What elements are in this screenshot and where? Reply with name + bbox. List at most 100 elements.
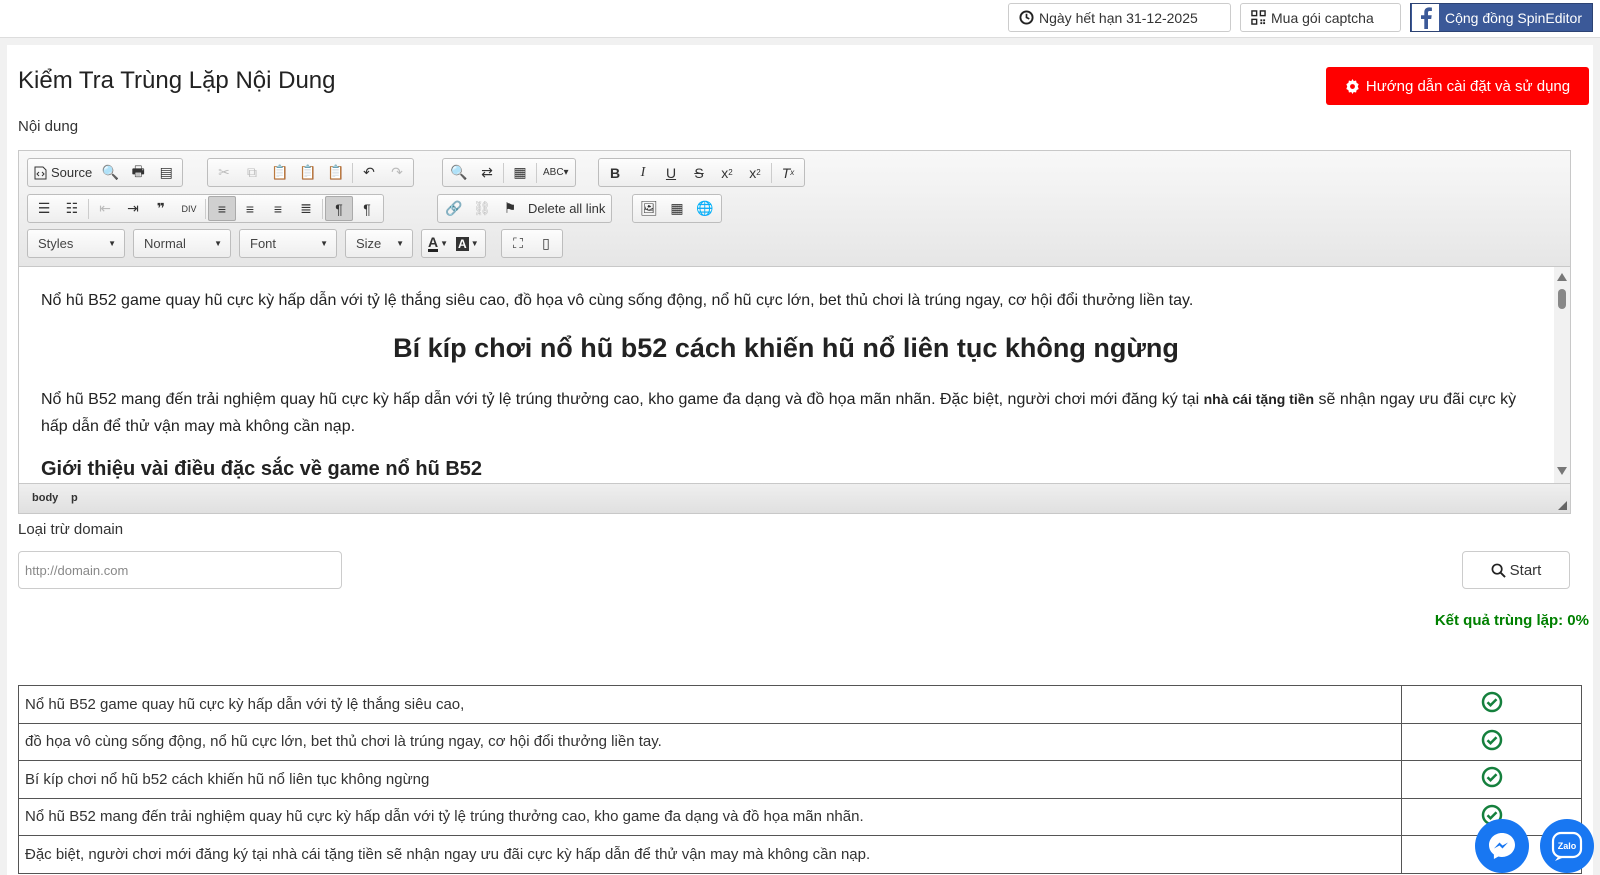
format-dropdown[interactable]: Normal ▼: [133, 229, 231, 258]
top-bar: Ngày hết hạn 31-12-2025 Mua gói captcha …: [0, 0, 1600, 38]
anchor-flag-icon[interactable]: ⚑: [496, 196, 524, 221]
italic-icon[interactable]: I: [629, 160, 657, 185]
unlink-icon[interactable]: ⛓: [468, 196, 496, 221]
numbered-list-icon[interactable]: ☰: [30, 196, 58, 221]
iframe-globe-icon[interactable]: 🌐: [691, 196, 719, 221]
chevron-down-icon: ▼: [320, 239, 328, 248]
table-icon[interactable]: ▦: [663, 196, 691, 221]
text-direction-ltr-icon[interactable]: ¶: [325, 196, 353, 221]
preview-icon[interactable]: 🔍: [96, 160, 124, 185]
styles-label: Styles: [38, 236, 74, 251]
show-blocks-icon[interactable]: ▯: [532, 231, 560, 256]
background-color-icon[interactable]: A ▼: [452, 231, 483, 256]
separator: [771, 162, 772, 183]
editor-content[interactable]: Nổ hũ B52 game quay hũ cực kỳ hấp dẫn vớ…: [19, 267, 1554, 483]
clock-icon: [1019, 10, 1034, 25]
toolbar-group-links: 🔗 ⛓ ⚑ Delete all link: [437, 194, 613, 223]
subscript-icon[interactable]: x2: [713, 160, 741, 185]
exclude-domain-label: Loại trừ domain: [18, 521, 124, 538]
table-row: Nổ hũ B52 mang đến trải nghiệm quay hũ c…: [18, 797, 1582, 836]
align-center-icon[interactable]: ≡: [236, 196, 264, 221]
chevron-down-icon: ▼: [396, 239, 404, 248]
find-icon[interactable]: 🔍: [445, 160, 473, 185]
styles-dropdown[interactable]: Styles ▼: [27, 229, 125, 258]
scroll-down-arrow-icon[interactable]: [1557, 467, 1567, 475]
zalo-button[interactable]: Zalo: [1540, 819, 1594, 873]
editor-scrollbar[interactable]: [1554, 267, 1570, 483]
spellcheck-icon[interactable]: ABC▾: [539, 160, 573, 185]
main-panel: Kiểm Tra Trùng Lặp Nội Dung Hướng dẫn cà…: [7, 45, 1593, 875]
outdent-icon[interactable]: ⇤: [91, 196, 119, 221]
indent-icon[interactable]: ⇥: [119, 196, 147, 221]
table-row: đồ họa vô cùng sống động, nổ hũ cực lớn,…: [18, 722, 1582, 761]
editor-paragraph: Nổ hũ B52 game quay hũ cực kỳ hấp dẫn vớ…: [41, 292, 1194, 309]
rich-text-editor: Source 🔍 🖶 ▤ ✂ ⧉ 📋 📋 📋 ↶ ↷ 🔍 ⇄ ▦ ABC▾ B …: [18, 150, 1571, 514]
start-button[interactable]: Start: [1462, 551, 1570, 589]
align-right-icon[interactable]: ≡: [264, 196, 292, 221]
text-direction-rtl-icon[interactable]: ¶: [353, 196, 381, 221]
print-icon[interactable]: 🖶: [124, 160, 152, 185]
source-button[interactable]: Source: [30, 160, 96, 185]
status-cell: [1401, 685, 1582, 724]
toolbar-group-colors: A ▼ A ▼: [421, 229, 486, 258]
messenger-button[interactable]: [1475, 819, 1529, 873]
scroll-thumb[interactable]: [1558, 289, 1566, 309]
guide-button[interactable]: Hướng dẫn cài đặt và sử dụng: [1326, 67, 1589, 105]
duplicate-result: Kết quả trùng lặp: 0%: [1434, 612, 1589, 629]
guide-label: Hướng dẫn cài đặt và sử dụng: [1365, 77, 1571, 95]
results-table: Nổ hũ B52 game quay hũ cực kỳ hấp dẫn vớ…: [18, 685, 1582, 874]
cut-icon[interactable]: ✂: [210, 160, 238, 185]
bulleted-list-icon[interactable]: ☷: [58, 196, 86, 221]
templates-icon[interactable]: ▤: [152, 160, 180, 185]
maximize-icon[interactable]: ⛶: [504, 231, 532, 256]
sentence-cell: Bí kíp chơi nổ hũ b52 cách khiến hũ nổ l…: [18, 760, 1402, 799]
bold-icon[interactable]: B: [601, 160, 629, 185]
expiry-label: Ngày hết hạn 31-12-2025: [1039, 9, 1198, 26]
path-body[interactable]: body: [32, 492, 58, 504]
path-p[interactable]: p: [71, 492, 78, 504]
superscript-icon[interactable]: x2: [741, 160, 769, 185]
content-label: Nội dung: [18, 118, 79, 135]
select-all-icon[interactable]: ▦: [506, 160, 534, 185]
paste-text-icon[interactable]: 📋: [294, 160, 322, 185]
link-icon[interactable]: 🔗: [440, 196, 468, 221]
check-circle-icon: [1481, 691, 1503, 713]
table-row: Bí kíp chơi nổ hũ b52 cách khiến hũ nổ l…: [18, 760, 1582, 799]
resize-handle-icon[interactable]: [1558, 501, 1567, 510]
check-circle-icon: [1481, 729, 1503, 751]
blockquote-icon[interactable]: ❞: [147, 196, 175, 221]
domain-input[interactable]: [18, 551, 342, 589]
remove-format-icon[interactable]: Tx: [774, 160, 802, 185]
toolbar-group-paragraph: ☰ ☷ ⇤ ⇥ ❞ DIV ≡ ≡ ≡ ≣ ¶ ¶: [27, 194, 384, 223]
editor-text: Nổ hũ B52 mang đến trải nghiệm quay hũ c…: [41, 391, 1200, 408]
community-label: Cộng đồng SpinEditor: [1445, 9, 1582, 26]
replace-icon[interactable]: ⇄: [473, 160, 501, 185]
paste-icon[interactable]: 📋: [266, 160, 294, 185]
image-icon[interactable]: 🖼: [635, 196, 663, 221]
buy-captcha-button[interactable]: Mua gói captcha: [1240, 3, 1401, 32]
strikethrough-icon[interactable]: S: [685, 160, 713, 185]
svg-text:Zalo: Zalo: [1558, 841, 1577, 851]
align-left-icon[interactable]: ≡: [208, 196, 236, 221]
text-color-icon[interactable]: A ▼: [424, 231, 452, 256]
paste-word-icon[interactable]: 📋: [322, 160, 350, 185]
copy-icon[interactable]: ⧉: [238, 160, 266, 185]
search-icon: [1491, 563, 1506, 578]
toolbar-group-insert: 🖼 ▦ 🌐: [632, 194, 722, 223]
separator: [352, 162, 353, 183]
status-cell: [1401, 760, 1582, 799]
redo-icon[interactable]: ↷: [383, 160, 411, 185]
community-button[interactable]: Cộng đồng SpinEditor: [1410, 3, 1593, 32]
delete-all-link-button[interactable]: Delete all link: [524, 196, 609, 221]
create-div-icon[interactable]: DIV: [175, 196, 203, 221]
editor-bold-text: nhà cái tặng tiền: [1203, 391, 1315, 407]
expiry-badge[interactable]: Ngày hết hạn 31-12-2025: [1008, 3, 1231, 32]
justify-icon[interactable]: ≣: [292, 196, 320, 221]
toolbar-group-document: Source 🔍 🖶 ▤: [27, 158, 184, 187]
underline-icon[interactable]: U: [657, 160, 685, 185]
scroll-up-arrow-icon[interactable]: [1557, 273, 1567, 281]
font-dropdown[interactable]: Font ▼: [239, 229, 337, 258]
undo-icon[interactable]: ↶: [355, 160, 383, 185]
editor-heading-2: Giới thiệu vài điều đặc sắc về game nổ h…: [41, 458, 483, 480]
size-dropdown[interactable]: Size ▼: [345, 229, 413, 258]
